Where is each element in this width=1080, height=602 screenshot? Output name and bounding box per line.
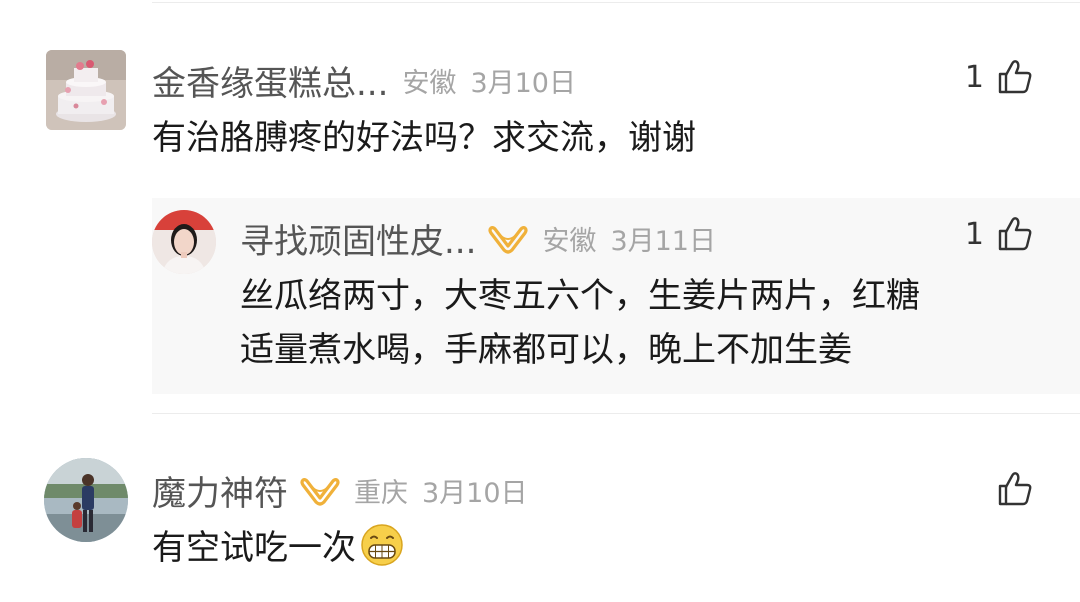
comment-divider (152, 413, 1080, 414)
vip-badge-icon (488, 225, 529, 254)
timestamp: 3月10日 (470, 68, 576, 99)
reply-text-line-1: 丝瓜络两寸，大枣五六个，生姜片两片，红糖 (240, 276, 920, 316)
cake-photo-icon (46, 50, 126, 130)
reply-like-button[interactable]: 1 (965, 215, 1034, 253)
reply-username[interactable]: 寻找顽固性皮... (240, 214, 476, 263)
location: 安徽 (402, 68, 457, 99)
woman-portrait-photo-icon (152, 210, 216, 274)
username[interactable]: 金香缘蛋糕总... (152, 56, 388, 105)
reply-timestamp: 3月11日 (610, 226, 716, 257)
like-count: 1 (964, 59, 984, 95)
reply-location: 安徽 (542, 226, 597, 257)
vip-badge-icon (300, 477, 340, 506)
thumbs-up-icon (998, 60, 1032, 94)
top-divider (152, 2, 1080, 3)
comment-meta: 魔力神符 重庆 3月10日 (152, 466, 528, 515)
like-button[interactable] (984, 470, 1034, 508)
person-outdoor-photo-icon (44, 458, 128, 542)
reply-meta: 寻找顽固性皮... 安徽 3月11日 (240, 214, 716, 263)
location: 重庆 (354, 478, 408, 509)
timestamp: 3月10日 (422, 478, 528, 509)
comment-text: 有治胳膊疼的好法吗？求交流，谢谢 (152, 118, 696, 158)
avatar[interactable] (44, 458, 128, 542)
like-button[interactable]: 1 (965, 58, 1034, 96)
reply-like-count: 1 (964, 216, 984, 252)
avatar[interactable] (46, 50, 126, 130)
reply-avatar[interactable] (152, 210, 216, 274)
thumbs-up-icon (998, 217, 1032, 251)
grin-emoji-icon (361, 524, 403, 566)
username[interactable]: 魔力神符 (152, 466, 288, 515)
comment-meta: 金香缘蛋糕总... 安徽 3月10日 (152, 56, 576, 105)
thumbs-up-icon (998, 472, 1032, 506)
reply-text-line-2: 适量煮水喝，手麻都可以，晚上不加生姜 (240, 330, 852, 370)
comment-text: 有空试吃一次 (152, 528, 356, 568)
comment-text-row: 有空试吃一次 (152, 518, 404, 578)
